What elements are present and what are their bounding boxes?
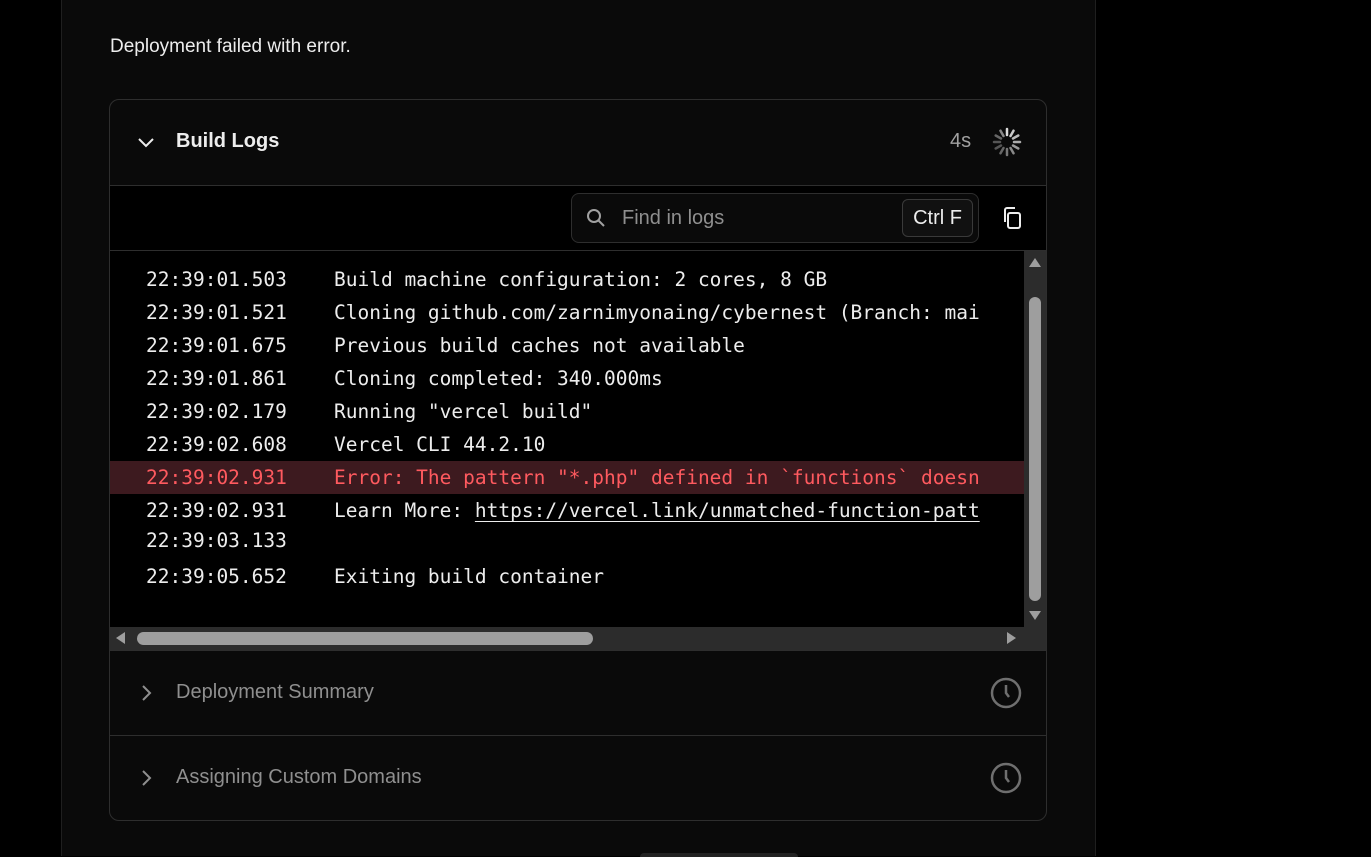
log-line: 22:39:03.133	[110, 524, 1024, 557]
keyboard-shortcut-badge: Ctrl F	[902, 199, 973, 237]
log-text: Learn More:	[334, 499, 475, 522]
logs-toolbar: Ctrl F	[110, 186, 1046, 251]
build-logs-title: Build Logs	[176, 130, 280, 152]
log-timestamp: 22:39:01.503	[146, 268, 287, 291]
log-message: Build machine configuration: 2 cores, 8 …	[334, 263, 827, 296]
deployment-status-message: Deployment failed with error.	[110, 36, 351, 57]
log-timestamp: 22:39:03.133	[146, 529, 287, 552]
log-timestamp: 22:39:02.931	[146, 466, 287, 489]
log-text: Vercel CLI 44.2.10	[334, 433, 546, 456]
log-message: Running "vercel build"	[334, 395, 592, 428]
bottom-tab	[640, 853, 798, 857]
log-line: 22:39:02.608 Vercel CLI 44.2.10	[110, 428, 1024, 461]
vertical-scroll-thumb[interactable]	[1029, 297, 1041, 601]
log-message: Learn More: https://vercel.link/unmatche…	[334, 494, 980, 527]
section-title: Assigning Custom Domains	[176, 766, 422, 788]
log-timestamp: 22:39:01.521	[146, 301, 287, 324]
horizontal-scrollbar[interactable]	[110, 627, 1046, 650]
clock-icon	[990, 762, 1022, 794]
copy-icon[interactable]	[1000, 206, 1024, 230]
log-line-error: 22:39:02.931 Error: The pattern "*.php" d…	[110, 461, 1024, 494]
log-message: Cloning github.com/zarnimyonaing/cyberne…	[334, 296, 980, 329]
horizontal-scroll-thumb[interactable]	[137, 632, 593, 645]
log-line: 22:39:01.521 Cloning github.com/zarnimyon…	[110, 296, 1024, 329]
log-timestamp: 22:39:05.652	[146, 565, 287, 588]
scroll-down-arrow-icon[interactable]	[1029, 611, 1041, 620]
chevron-right-icon	[142, 685, 152, 701]
log-line: 22:39:01.861 Cloning completed: 340.000ms	[110, 362, 1024, 395]
scroll-up-arrow-icon[interactable]	[1029, 258, 1041, 267]
scroll-right-arrow-icon[interactable]	[1007, 632, 1016, 644]
deployment-steps-card: Build Logs 4s Ctrl F	[109, 99, 1047, 821]
vertical-scrollbar[interactable]	[1024, 251, 1046, 627]
section-title: Deployment Summary	[176, 681, 374, 703]
log-link[interactable]: https://vercel.link/unmatched-function-p…	[475, 499, 980, 522]
scroll-left-arrow-icon[interactable]	[116, 632, 125, 644]
log-timestamp: 22:39:02.608	[146, 433, 287, 456]
log-timestamp: 22:39:02.931	[146, 499, 287, 522]
log-message: Exiting build container	[334, 560, 604, 593]
log-text: Error: The pattern "*.php" defined in `f…	[334, 466, 980, 489]
search-icon	[587, 209, 605, 227]
log-message: Error: The pattern "*.php" defined in `f…	[334, 461, 980, 494]
log-text: Exiting build container	[334, 565, 605, 588]
log-timestamp: 22:39:01.861	[146, 367, 287, 390]
loading-spinner-icon	[992, 127, 1022, 157]
section-deployment-summary[interactable]: Deployment Summary	[110, 650, 1046, 736]
build-logs-header[interactable]: Build Logs 4s	[110, 100, 1046, 186]
log-output: 22:39:01.503 Build machine configuration:…	[110, 251, 1024, 627]
chevron-down-icon	[138, 138, 154, 148]
log-message: Cloning completed: 340.000ms	[334, 362, 663, 395]
log-line: 22:39:02.931 Learn More: https://vercel.l…	[110, 494, 1024, 527]
log-message: Previous build caches not available	[334, 329, 745, 362]
search-input[interactable]	[620, 202, 894, 234]
log-text: Cloning github.com/zarnimyonaing/cyberne…	[334, 301, 980, 324]
log-timestamp: 22:39:01.675	[146, 334, 287, 357]
log-line: 22:39:01.503 Build machine configuration:…	[110, 263, 1024, 296]
log-timestamp: 22:39:02.179	[146, 400, 287, 423]
build-duration: 4s	[950, 130, 972, 152]
log-line: 22:39:01.675 Previous build caches not av…	[110, 329, 1024, 362]
log-text: Running "vercel build"	[334, 400, 593, 423]
log-text: Build machine configuration: 2 cores, 8 …	[334, 268, 828, 291]
chevron-right-icon	[142, 770, 152, 786]
log-text: Previous build caches not available	[334, 334, 745, 357]
log-line: 22:39:05.652 Exiting build container	[110, 560, 1024, 593]
section-assigning-custom-domains[interactable]: Assigning Custom Domains	[110, 735, 1046, 820]
log-text: Cloning completed: 340.000ms	[334, 367, 663, 390]
clock-icon	[990, 677, 1022, 709]
log-message: Vercel CLI 44.2.10	[334, 428, 545, 461]
find-in-logs-search[interactable]: Ctrl F	[571, 193, 979, 243]
log-line: 22:39:02.179 Running "vercel build"	[110, 395, 1024, 428]
